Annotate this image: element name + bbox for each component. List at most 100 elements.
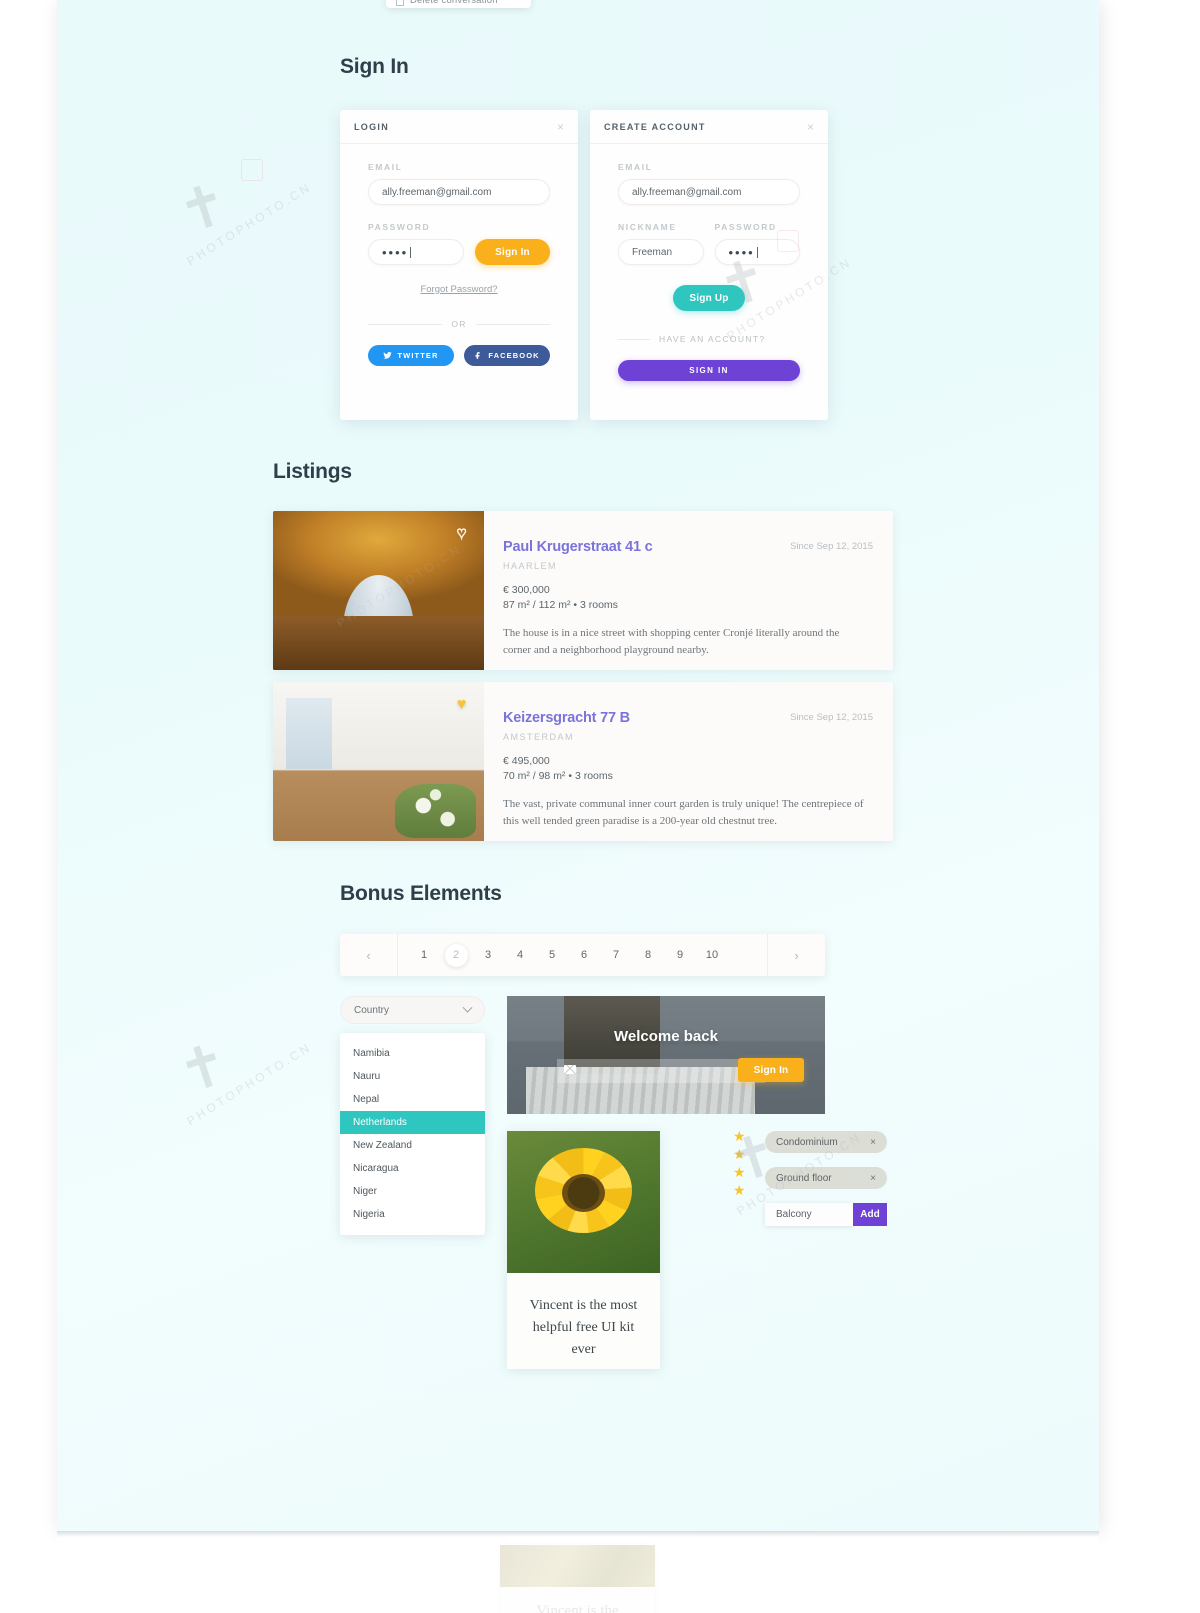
facebook-label: FACEBOOK — [488, 351, 540, 360]
create-account-card-header: CREATE ACCOUNT × — [590, 110, 828, 144]
facebook-button[interactable]: FACEBOOK — [464, 345, 550, 366]
pagination-page-5[interactable]: 5 — [536, 934, 568, 976]
forgot-password-link[interactable]: Forgot Password? — [368, 284, 550, 295]
vincent-card: Vincent is the most helpful free UI kit … — [507, 1131, 660, 1369]
close-icon[interactable]: × — [557, 121, 564, 133]
password-row: •••• Sign In — [368, 239, 550, 265]
country-option[interactable]: Niger — [340, 1180, 485, 1203]
vincent-caption: Vincent is the most helpful free UI kit … — [529, 1298, 638, 1358]
sign-in-button[interactable]: SIGN IN — [618, 360, 800, 381]
ghost-vincent-card: Vincent is the — [500, 1545, 655, 1613]
favorite-heart-icon[interactable]: ♥ — [453, 696, 470, 713]
sign-up-button[interactable]: Sign Up — [673, 285, 745, 311]
watermark: ✝ PHOTOPHOTO.CN — [170, 1025, 322, 1128]
password-label: PASSWORD — [368, 222, 431, 232]
watermark-text: PHOTOPHOTO.CN — [184, 1039, 315, 1129]
pagination-page-1[interactable]: 1 — [408, 934, 440, 976]
pagination-page-3[interactable]: 3 — [472, 934, 504, 976]
pagination-page-2[interactable]: 2 — [440, 934, 472, 976]
stamp-icon — [241, 159, 263, 181]
listing-info: Keizersgracht 77 B Since Sep 12, 2015 AM… — [484, 682, 893, 841]
password-value: •••• — [728, 244, 755, 260]
email-label: EMAIL — [368, 162, 403, 172]
country-option[interactable]: New Zealand — [340, 1134, 485, 1157]
star-icon[interactable]: ★ — [733, 1165, 746, 1179]
ghost-caption: Vincent is the — [536, 1603, 619, 1613]
welcome-title: Welcome back — [614, 1028, 718, 1045]
divider-line-left — [618, 338, 650, 340]
have-account-divider: HAVE AN ACCOUNT? — [618, 334, 800, 344]
star-icon[interactable]: ★ — [733, 1129, 746, 1143]
country-option-list: Namibia Nauru Nepal Netherlands New Zealand N… — [340, 1033, 485, 1235]
text-caret — [410, 246, 412, 258]
listing-card[interactable]: ♥ Keizersgracht 77 B Since Sep 12, 2015 … — [273, 682, 893, 841]
star-icon[interactable]: ★ — [733, 1183, 746, 1197]
tag-input-value: Balcony — [776, 1209, 812, 1220]
listing-since: Since Sep 12, 2015 — [790, 541, 873, 552]
pagination-prev-icon[interactable]: ‹ — [340, 934, 398, 976]
country-option[interactable]: Nauru — [340, 1065, 485, 1088]
close-icon[interactable]: × — [870, 1137, 876, 1148]
pagination-numbers: 1 2 3 4 5 6 7 8 9 10 — [398, 934, 728, 976]
listing-thumbnail: ♥ — [273, 682, 484, 841]
pagination-page-4[interactable]: 4 — [504, 934, 536, 976]
close-icon[interactable]: × — [870, 1173, 876, 1184]
listing-description: The vast, private communal inner court g… — [503, 798, 864, 827]
signup-button-row: Sign Up — [618, 285, 800, 311]
ghost-repeat-strip: Vincent is the — [57, 1531, 1099, 1613]
email-field[interactable]: ally.freeman@gmail.com — [618, 179, 800, 205]
login-card-body: EMAIL ally.freeman@gmail.com PASSWORD ••… — [340, 144, 578, 366]
sign-in-button[interactable]: Sign In — [475, 239, 550, 265]
listing-price: € 495,000 — [503, 755, 550, 767]
password-field[interactable]: •••• — [714, 239, 800, 265]
nickname-field[interactable]: Freeman — [618, 239, 704, 265]
listing-since: Since Sep 12, 2015 — [790, 712, 873, 723]
tag-label: Condominium — [776, 1136, 838, 1148]
create-account-title: CREATE ACCOUNT — [604, 121, 706, 132]
pagination-page-6[interactable]: 6 — [568, 934, 600, 976]
delete-conversation-card[interactable]: Delete conversation — [386, 0, 531, 8]
password-field[interactable]: •••• — [368, 239, 464, 265]
close-icon[interactable]: × — [807, 121, 814, 133]
pagination-next-icon[interactable]: › — [767, 934, 825, 976]
watermark: ✝ PHOTOPHOTO.CN — [170, 159, 322, 268]
delete-conversation-label: Delete conversation — [410, 0, 498, 6]
listing-card[interactable]: ♥ Paul Krugerstraat 41 c Since Sep 12, 2… — [273, 511, 893, 670]
bird-glyph-icon: ✝ — [170, 1029, 237, 1107]
pagination-page-10[interactable]: 10 — [696, 934, 728, 976]
page-title-listings: Listings — [273, 460, 352, 483]
social-buttons: TWITTER FACEBOOK — [368, 345, 550, 366]
pagination-page-9[interactable]: 9 — [664, 934, 696, 976]
tag-chip[interactable]: Condominium × — [765, 1131, 887, 1153]
star-icon[interactable]: ★ — [733, 1147, 746, 1161]
country-option[interactable]: Nepal — [340, 1088, 485, 1111]
country-option[interactable]: Netherlands — [340, 1111, 485, 1134]
country-select-trigger[interactable]: Country — [340, 996, 485, 1024]
welcome-sign-in-button[interactable]: Sign In — [738, 1058, 804, 1082]
pagination-page-7[interactable]: 7 — [600, 934, 632, 976]
tag-chip[interactable]: Ground floor × — [765, 1167, 887, 1189]
listing-meta: 70 m² / 98 m² • 3 rooms — [503, 770, 613, 782]
twitter-button[interactable]: TWITTER — [368, 345, 454, 366]
country-option[interactable]: Namibia — [340, 1042, 485, 1065]
login-card-header: LOGIN × — [340, 110, 578, 144]
email-label: EMAIL — [618, 162, 653, 172]
password-value: •••• — [382, 244, 409, 260]
tag-input[interactable]: Balcony — [765, 1203, 853, 1226]
create-account-card-body: EMAIL ally.freeman@gmail.com NICKNAME Fr… — [590, 144, 828, 381]
welcome-email-input[interactable] — [557, 1059, 765, 1083]
email-field[interactable]: ally.freeman@gmail.com — [368, 179, 550, 205]
page-title-signin: Sign In — [340, 55, 409, 78]
page-title-bonus: Bonus Elements — [340, 882, 502, 905]
listing-price: € 300,000 — [503, 584, 550, 596]
text-caret — [756, 246, 758, 258]
star-rating[interactable]: ★ ★ ★ ★ — [733, 1129, 746, 1197]
bird-glyph-icon: ✝ — [170, 169, 237, 247]
country-option[interactable]: Nigeria — [340, 1203, 485, 1226]
nickname-password-row: NICKNAME Freeman PASSWORD •••• — [618, 222, 800, 265]
pagination-page-8[interactable]: 8 — [632, 934, 664, 976]
chevron-down-icon — [462, 1002, 473, 1013]
favorite-heart-icon[interactable]: ♥ — [453, 524, 470, 542]
country-option[interactable]: Nicaragua — [340, 1157, 485, 1180]
add-tag-button[interactable]: Add — [853, 1203, 887, 1226]
